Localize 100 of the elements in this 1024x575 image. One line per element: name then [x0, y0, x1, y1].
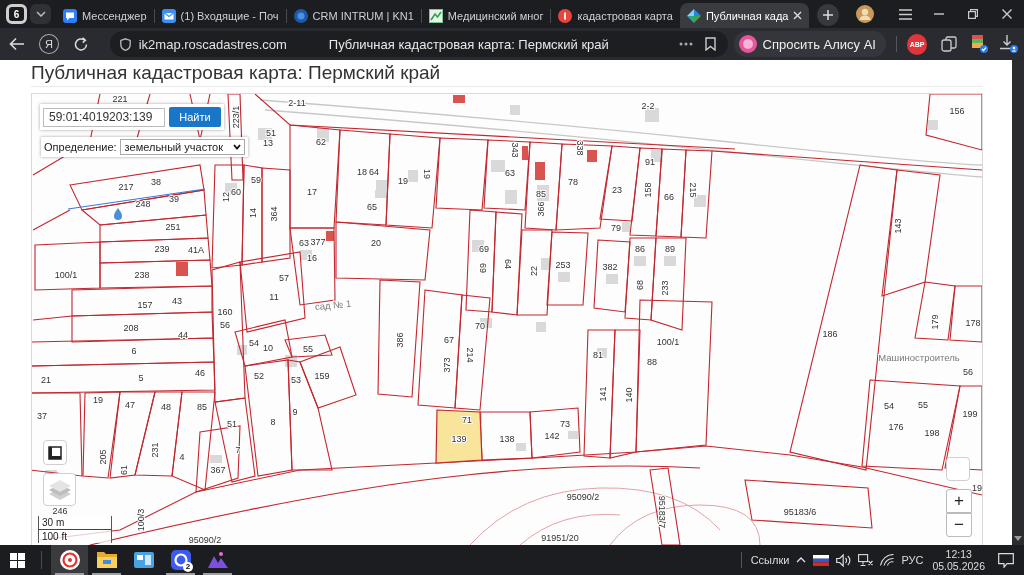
reload-icon[interactable]	[74, 37, 89, 51]
parcel-outline[interactable]	[925, 94, 982, 151]
parcel-outline[interactable]	[99, 259, 213, 289]
parcel-outline[interactable]	[241, 164, 263, 266]
tabs-dropdown-button[interactable]	[30, 4, 51, 24]
parcel-outline[interactable]	[583, 329, 616, 459]
browser-tab[interactable]: Публичная када	[679, 3, 810, 28]
parcel-outline[interactable]	[99, 214, 209, 243]
bookmark-icon[interactable]	[704, 37, 716, 51]
parcel-outline[interactable]	[861, 379, 961, 471]
avatar-icon[interactable]	[856, 5, 874, 23]
parcel-outline[interactable]	[80, 189, 207, 226]
parcel-outline[interactable]	[335, 221, 431, 281]
parcel-outline[interactable]	[377, 279, 421, 398]
address-bar[interactable]: ik2map.roscadastres.com Публичная кадастровая карта: Пермский край	[109, 31, 728, 57]
taskbar-app-button[interactable]	[51, 545, 88, 575]
parcel-outline[interactable]	[944, 385, 982, 471]
speaker-icon[interactable]	[836, 553, 852, 567]
parcel-outline[interactable]	[234, 319, 293, 367]
browser-tab[interactable]: Мессенджер	[56, 3, 154, 28]
parcel-outline[interactable]	[491, 211, 523, 316]
parcel-outline[interactable]	[629, 147, 663, 237]
download-icon[interactable]	[1000, 35, 1019, 53]
parcel-outline[interactable]	[299, 346, 357, 409]
wifi-icon[interactable]	[880, 554, 895, 566]
parcel-outline[interactable]	[949, 285, 982, 343]
alice-button[interactable]: Спросить Алису AI	[733, 31, 886, 57]
parcel-outline[interactable]	[529, 407, 581, 459]
parcel-outline[interactable]	[82, 391, 121, 479]
parcel-outline[interactable]	[599, 145, 641, 222]
browser-tab[interactable]: CRM INTRUM | KN1	[286, 3, 421, 28]
browser-tab[interactable]: (1) Входящие - Поч	[154, 3, 286, 28]
notification-icon[interactable]	[998, 552, 1014, 568]
stack-icon[interactable]	[970, 35, 989, 53]
parcel-outline[interactable]	[881, 169, 941, 297]
taskbar-app-button[interactable]: 2	[162, 545, 199, 575]
map-canvas[interactable]	[32, 94, 982, 545]
parcel-outline[interactable]	[417, 289, 463, 409]
parcel-outline[interactable]	[624, 237, 657, 321]
menu-icon[interactable]	[898, 8, 912, 20]
parcel-outline[interactable]	[261, 167, 291, 263]
network-icon[interactable]	[858, 553, 874, 567]
back-arrow-icon[interactable]	[8, 37, 25, 51]
measure-button[interactable]	[43, 440, 67, 465]
parcel-outline[interactable]	[435, 137, 489, 211]
clock-date[interactable]: 05.05.2026	[932, 560, 985, 572]
parcel-outline[interactable]	[34, 241, 101, 291]
new-tab-button[interactable]	[817, 4, 840, 26]
chevron-up-icon[interactable]	[796, 557, 807, 563]
parcel-outline[interactable]	[211, 261, 246, 403]
windows-logo-icon[interactable]	[9, 552, 25, 568]
cards-icon[interactable]	[941, 36, 958, 52]
language-indicator[interactable]: РУС	[901, 554, 924, 566]
clock-time[interactable]: 12:13	[945, 548, 972, 560]
parcel-outline[interactable]	[650, 237, 687, 331]
parcel-outline[interactable]	[454, 294, 491, 411]
parcel-outline[interactable]	[71, 285, 213, 317]
parcel-outline[interactable]	[32, 361, 216, 394]
parcel-outline[interactable]	[465, 209, 497, 313]
links-toolbar-label[interactable]: Ссылки	[750, 554, 790, 566]
parcel-outline[interactable]	[134, 391, 183, 477]
browser-tab[interactable]: кадастровая карта	[551, 3, 680, 28]
parcel-outline[interactable]	[244, 359, 293, 477]
tab-count-button[interactable]: 6	[6, 4, 27, 24]
flag-icon[interactable]	[813, 554, 830, 566]
search-field[interactable]: 59:01:4019203:139	[43, 107, 165, 127]
parcel-outline[interactable]	[655, 148, 687, 238]
parcel-outline[interactable]	[635, 299, 713, 453]
parcel-outline[interactable]	[914, 281, 956, 341]
parcel-outline[interactable]	[109, 391, 156, 479]
parcel-outline[interactable]	[195, 425, 241, 493]
parcel-outline[interactable]	[69, 164, 205, 211]
scroll-down-icon[interactable]	[1014, 536, 1022, 541]
zoom-in-button[interactable]: +	[946, 489, 972, 513]
parcel-outline[interactable]	[335, 129, 391, 226]
parcel-outline[interactable]	[289, 124, 341, 229]
restore-icon[interactable]	[968, 9, 978, 19]
parcel-outline[interactable]	[546, 231, 589, 306]
parcel-outline[interactable]	[287, 359, 333, 471]
more-icon[interactable]	[678, 42, 693, 46]
parcel-outline[interactable]	[516, 229, 553, 316]
parcel-outline[interactable]	[483, 139, 531, 211]
parcel-outline[interactable]	[211, 164, 245, 269]
parcel-outline[interactable]	[744, 479, 873, 529]
parcel-outline[interactable]	[284, 334, 333, 358]
close-icon[interactable]	[793, 11, 803, 20]
parcel-outline[interactable]	[385, 133, 441, 229]
zoom-out-button[interactable]: −	[946, 513, 972, 537]
parcel-outline[interactable]	[680, 149, 713, 239]
parcel-outline[interactable]	[71, 311, 214, 343]
browser-tab[interactable]: Медицинский мног	[421, 3, 551, 28]
close-window-icon[interactable]	[1002, 9, 1012, 19]
definition-select[interactable]: земельный участок	[119, 139, 245, 155]
selected-parcel[interactable]	[435, 409, 483, 464]
scrollbar[interactable]	[1012, 60, 1024, 545]
parcel-outline[interactable]	[609, 329, 641, 459]
search-button[interactable]: Найти	[169, 107, 221, 127]
parcel-outline[interactable]	[32, 392, 83, 477]
parcel-outline[interactable]	[593, 239, 631, 313]
parcel-outline[interactable]	[524, 141, 563, 231]
